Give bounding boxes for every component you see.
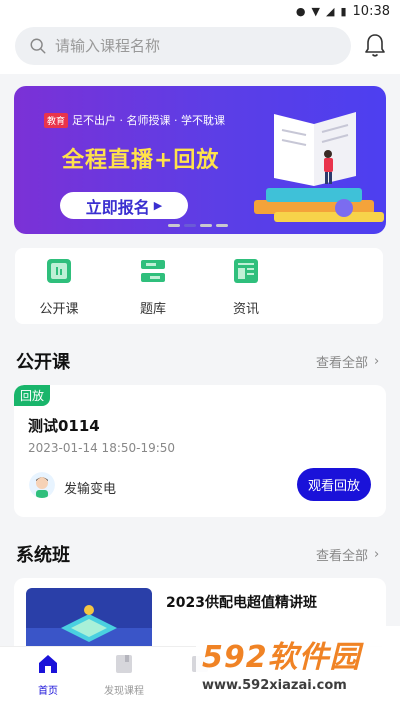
news-icon [234,259,258,283]
open-class-view-all[interactable]: 查看全部 › [316,352,379,371]
system-class-view-all[interactable]: 查看全部 › [316,545,379,564]
quick-item-label: 公开课 [39,302,79,317]
pager-dot [168,224,180,227]
status-bar: ● ▼ ◢ ▮ 10:38 [0,0,400,22]
system-course-title: 2023供配电超值精讲班 [166,595,317,611]
battery-icon: ▮ [340,4,347,18]
play-triangle-icon: ▶ [153,199,163,212]
open-class-card[interactable]: 回放 测试0114 2023-01-14 18:50-19:50 发输变电 观看… [14,385,386,517]
banner-signup-button[interactable]: 立即报名 ▶ [60,192,188,219]
top-bar [0,22,400,74]
teacher-avatar [29,472,55,498]
books-illustration [254,112,384,222]
pager-dot [216,224,228,227]
wifi-icon: ▼ [311,4,320,18]
tab-label: 首页 [38,686,58,697]
chevron-right-icon: › [374,354,380,369]
banner-logo: 教育 [44,112,69,128]
tab-home[interactable]: 首页 [18,653,78,697]
quick-entry-panel: 公开课 题库 资讯 [15,248,383,324]
view-all-label: 查看全部 [316,356,369,371]
system-class-section-title: 系统班 [16,545,70,566]
search-box[interactable] [15,27,351,65]
quick-item-open-class[interactable]: 公开课 [29,258,89,317]
quick-item-label: 题库 [139,302,166,317]
banner-tagline-row: 教育 足不出户 · 名师授课 · 学不耽课 [44,112,225,128]
book-icon [116,655,132,673]
banner-tagline: 足不出户 · 名师授课 · 学不耽课 [72,114,225,127]
tab-label: 发现课程 [104,686,144,697]
course-title: 测试0114 [28,417,100,435]
course-time: 2023-01-14 18:50-19:50 [28,441,176,455]
open-class-section-title: 公开课 [16,352,70,373]
chevron-right-icon: › [374,547,380,562]
promo-banner[interactable]: 教育 足不出户 · 名师授课 · 学不耽课 全程直播+回放 立即报名 ▶ [14,86,386,234]
signal-icon: ◢ [326,4,335,18]
status-time: 10:38 [352,3,390,19]
pager-dot-active [184,224,196,227]
banner-pager [168,224,228,227]
site-watermark: 592软件园 www.592xiazai.com [196,626,400,700]
watermark-url: www.592xiazai.com [202,678,347,693]
view-all-label: 查看全部 [316,549,369,564]
question-bank-icon [141,260,165,282]
location-icon: ● [295,4,306,18]
live-screen-icon [47,259,71,283]
bell-icon[interactable] [363,32,387,58]
home-icon [39,655,57,673]
watch-replay-button[interactable]: 观看回放 [297,468,371,501]
watermark-brand: 592软件园 [202,640,361,675]
tab-discover[interactable]: 发现课程 [94,653,154,697]
pager-dot [200,224,212,227]
search-input[interactable] [53,36,317,56]
teacher-name: 发输变电 [64,482,117,497]
quick-item-news[interactable]: 资讯 [216,258,276,317]
banner-cta-label: 立即报名 [85,197,150,217]
replay-badge: 回放 [14,385,51,406]
search-icon [30,38,46,54]
quick-item-question-bank[interactable]: 题库 [123,258,183,317]
quick-item-label: 资讯 [232,302,259,317]
banner-headline: 全程直播+回放 [62,148,220,173]
